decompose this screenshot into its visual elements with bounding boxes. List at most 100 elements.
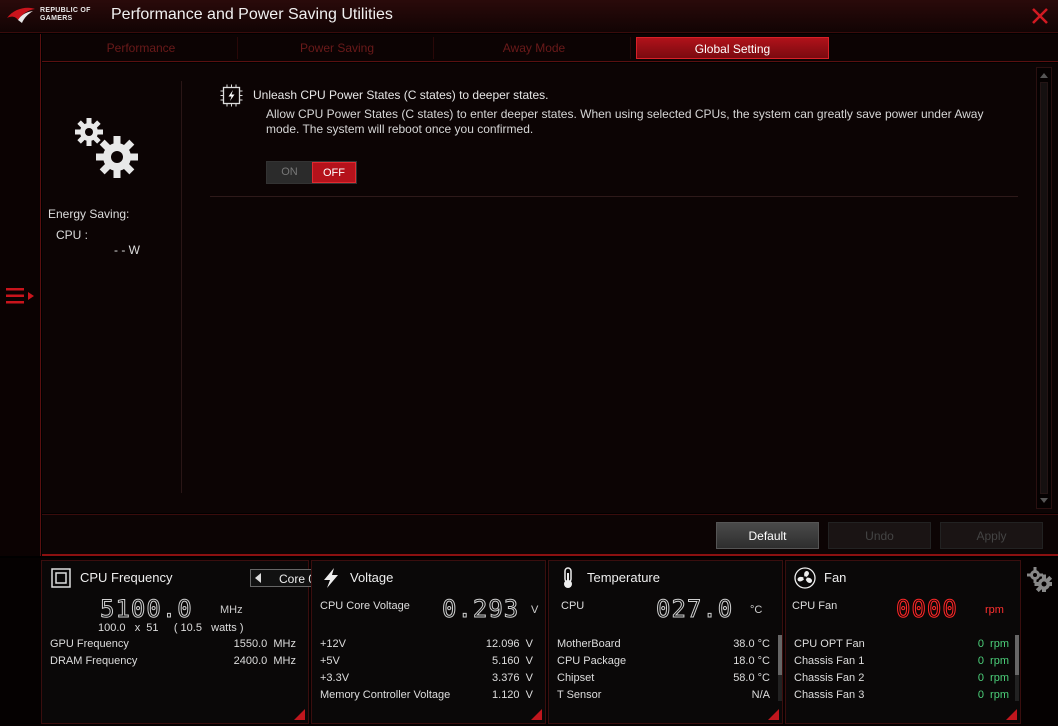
- default-button[interactable]: Default: [716, 522, 819, 549]
- temp-tsensor-label: T Sensor: [557, 689, 602, 701]
- cstate-toggle[interactable]: ON OFF: [266, 161, 357, 184]
- temp-cpu-package-label: CPU Package: [557, 655, 627, 667]
- dram-frequency-value: 2400.0 MHz: [233, 655, 296, 667]
- tab-bar: Performance Power Saving Away Mode Globa…: [42, 34, 1058, 62]
- setting-description: Allow CPU Power States (C states) to ent…: [266, 107, 984, 136]
- setting-title: Unleash CPU Power States (C states) to d…: [253, 88, 549, 102]
- expand-corner-icon[interactable]: [1006, 709, 1017, 720]
- scroll-thumb[interactable]: [1040, 82, 1048, 494]
- expand-corner-icon[interactable]: [768, 709, 779, 720]
- fan-cpu-opt-value: 0: [977, 638, 984, 650]
- temperature-scrollbar[interactable]: [778, 635, 782, 701]
- expand-corner-icon[interactable]: [531, 709, 542, 720]
- temp-cpu-package-value: 18.0 °C: [733, 655, 770, 667]
- close-icon[interactable]: [1030, 6, 1050, 26]
- cpu-core-voltage-label: CPU Core Voltage: [320, 600, 410, 612]
- left-rail: [0, 34, 41, 556]
- voltage-memctrl-label: Memory Controller Voltage: [320, 689, 451, 701]
- lightning-icon: [324, 568, 338, 588]
- tab-global-setting[interactable]: Global Setting: [636, 37, 829, 59]
- voltage-memctrl-value: 1.120 V: [492, 689, 533, 701]
- cpu-temp-value: 027.0: [655, 595, 734, 624]
- temperature-title: Temperature: [587, 570, 660, 585]
- main-scrollbar[interactable]: [1036, 67, 1052, 509]
- cpu-core-voltage-value: 0.293: [441, 595, 520, 624]
- fan-chassis3-value: 0: [977, 689, 984, 701]
- cpu-frequency-value: 5100.0: [100, 595, 193, 624]
- scroll-up-icon[interactable]: [1040, 73, 1048, 78]
- fan-chassis2-label: Chassis Fan 2: [794, 672, 865, 684]
- gpu-frequency-label: GPU Frequency: [50, 638, 129, 650]
- voltage-5v-value: 5.160 V: [492, 655, 533, 667]
- fan-chassis1-unit: rpm: [990, 655, 1009, 667]
- temp-motherboard-label: MotherBoard: [557, 638, 621, 650]
- toggle-on-button[interactable]: ON: [267, 162, 312, 183]
- title-bar: REPUBLIC OF GAMERS Performance and Power…: [0, 0, 1058, 33]
- voltage-title: Voltage: [350, 570, 394, 585]
- fan-chassis3-unit: rpm: [990, 689, 1009, 701]
- voltage-12v-value: 12.096 V: [485, 638, 533, 650]
- fan-scroll-thumb[interactable]: [1015, 635, 1019, 675]
- undo-button[interactable]: Undo: [828, 522, 931, 549]
- voltage-3v3-label: +3.3V: [320, 672, 350, 684]
- window-title: Performance and Power Saving Utilities: [111, 6, 393, 23]
- scroll-down-icon[interactable]: [1040, 498, 1048, 503]
- fan-chassis1-label: Chassis Fan 1: [794, 655, 865, 667]
- fan-chassis2-unit: rpm: [990, 672, 1009, 684]
- cpu-temp-label: CPU: [561, 600, 585, 612]
- cpu-frequency-unit: MHz: [220, 604, 243, 616]
- gears-icon: [75, 118, 138, 178]
- cpu-fan-value: 0000: [896, 595, 958, 624]
- fan-icon: [794, 567, 816, 589]
- cpu-multiplier: 100.0 x 51 ( 10.5 watts ): [98, 622, 244, 634]
- main-panel: Energy Saving: CPU : - - W Unleash CPU P…: [42, 63, 1058, 513]
- cpu-chip-icon: [51, 568, 71, 588]
- setting-divider: [210, 196, 1018, 197]
- tab-power-saving[interactable]: Power Saving: [241, 37, 434, 59]
- fan-chassis1-value: 0: [977, 655, 984, 667]
- temp-motherboard-value: 38.0 °C: [733, 638, 770, 650]
- cpu-frequency-title: CPU Frequency: [80, 570, 173, 585]
- voltage-3v3-value: 3.376 V: [492, 672, 533, 684]
- temperature-card: Temperature CPU 027.0 °C MotherBoard 38.…: [548, 560, 783, 724]
- thermometer-icon: [564, 567, 572, 588]
- fan-title: Fan: [824, 570, 847, 585]
- fan-chassis3-label: Chassis Fan 3: [794, 689, 865, 701]
- cpu-frequency-card: CPU Frequency Core 0 5100.0 MHz 100.0 x …: [41, 560, 344, 724]
- expand-corner-icon[interactable]: [294, 709, 305, 720]
- temp-tsensor-value: N/A: [751, 689, 770, 701]
- voltage-card: Voltage CPU Core Voltage 0.293 V +12V 12…: [311, 560, 546, 724]
- apply-button[interactable]: Apply: [940, 522, 1043, 549]
- monitor-panel: CPU Frequency Core 0 5100.0 MHz 100.0 x …: [0, 558, 1058, 726]
- fan-chassis2-value: 0: [977, 672, 984, 684]
- tab-performance[interactable]: Performance: [45, 37, 238, 59]
- action-bar: Default Undo Apply: [42, 514, 1058, 556]
- fan-cpu-opt-unit: rpm: [990, 638, 1009, 650]
- cpu-fan-label: CPU Fan: [792, 600, 838, 612]
- dram-frequency-label: DRAM Frequency: [50, 655, 138, 667]
- temperature-scroll-thumb[interactable]: [778, 635, 782, 675]
- menu-expand-icon[interactable]: [6, 286, 36, 306]
- toggle-off-button[interactable]: OFF: [312, 162, 356, 183]
- settings-gear-icon[interactable]: [1026, 566, 1052, 592]
- cpu-fan-unit: rpm: [985, 604, 1004, 616]
- tab-away-mode[interactable]: Away Mode: [438, 37, 631, 59]
- temp-chipset-label: Chipset: [557, 672, 595, 684]
- rog-eye-icon: [7, 7, 35, 23]
- voltage-5v-label: +5V: [320, 655, 340, 667]
- energy-cpu-value: - - W: [114, 243, 140, 257]
- fan-card: Fan CPU Fan 0000 rpm CPU OPT Fan 0 rpm C…: [785, 560, 1021, 724]
- logo-line1: REPUBLIC OF: [40, 7, 91, 14]
- temp-chipset-value: 58.0 °C: [733, 672, 770, 684]
- panel-divider: [181, 81, 182, 493]
- energy-cpu-label: CPU :: [56, 228, 89, 242]
- fan-cpu-opt-label: CPU OPT Fan: [794, 638, 865, 650]
- rog-logo: REPUBLIC OF GAMERS: [6, 6, 91, 24]
- fan-scrollbar[interactable]: [1015, 635, 1019, 701]
- voltage-12v-label: +12V: [320, 638, 346, 650]
- logo-line2: GAMERS: [40, 15, 73, 22]
- cpu-core-voltage-unit: V: [531, 604, 539, 616]
- gpu-frequency-value: 1550.0 MHz: [233, 638, 296, 650]
- cpu-temp-unit: °C: [750, 604, 763, 616]
- energy-saving-label: Energy Saving:: [48, 207, 130, 221]
